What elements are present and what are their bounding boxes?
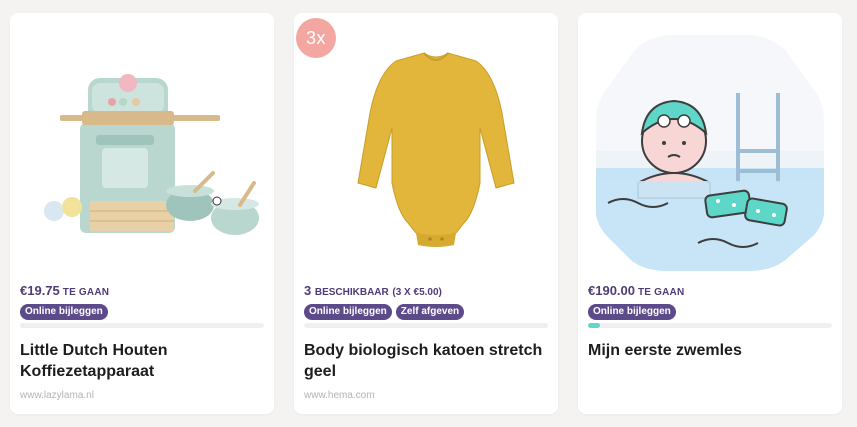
quantity-badge: 3x bbox=[296, 18, 336, 58]
badge-zelf-afgeven: Zelf afgeven bbox=[395, 304, 465, 320]
price-suffix: TE GAAN bbox=[62, 287, 110, 298]
product-title[interactable]: Body biologisch katoen stretch geel bbox=[304, 340, 548, 382]
availability-info: 3 BESCHIKBAAR (3 X €5.00) Online bijlegg… bbox=[304, 283, 548, 320]
price-remaining: €190.00 TE GAAN bbox=[588, 283, 832, 301]
product-image-romper bbox=[304, 23, 548, 273]
price-value: €190.00 bbox=[588, 283, 635, 298]
product-source[interactable]: www.hema.com bbox=[304, 390, 375, 401]
availability-line: 3 BESCHIKBAAR (3 X €5.00) bbox=[304, 283, 548, 301]
available-label: BESCHIKBAAR bbox=[314, 287, 389, 298]
product-title[interactable]: Mijn eerste zwemles bbox=[588, 340, 832, 361]
progress-bar bbox=[20, 323, 264, 328]
progress-fill bbox=[588, 323, 601, 328]
product-image-zwemles bbox=[588, 23, 832, 273]
available-detail: (3 X €5.00) bbox=[392, 287, 442, 298]
badge-list: Online bijleggen bbox=[20, 304, 264, 320]
price-suffix: TE GAAN bbox=[638, 287, 685, 298]
progress-bar bbox=[304, 323, 548, 328]
product-card-zwemles[interactable]: €190.00 TE GAAN Online bijleggen Mijn eer… bbox=[578, 13, 842, 414]
badge-list: Online bijleggen Zelf afgeven bbox=[304, 304, 548, 320]
available-count: 3 bbox=[304, 283, 312, 298]
product-card-romper[interactable]: 3x 3 BESCHIKBAAR (3 X €5.00) Online bijl… bbox=[294, 13, 558, 414]
progress-bar bbox=[588, 323, 832, 328]
price-remaining: €19.75 TE GAAN bbox=[20, 283, 264, 301]
price-info: €190.00 TE GAAN Online bijleggen bbox=[588, 283, 832, 320]
badge-list: Online bijleggen bbox=[588, 304, 832, 320]
price-value: €19.75 bbox=[20, 283, 60, 298]
product-title[interactable]: Little Dutch Houten Koffiezetapparaat bbox=[20, 340, 264, 382]
badge-online-bijleggen: Online bijleggen bbox=[20, 304, 108, 320]
product-card-koffiezetapparaat[interactable]: €19.75 TE GAAN Online bijleggen Little Du… bbox=[10, 13, 274, 414]
product-source[interactable]: www.lazylama.nl bbox=[20, 390, 94, 401]
price-info: €19.75 TE GAAN Online bijleggen bbox=[20, 283, 264, 320]
badge-online-bijleggen: Online bijleggen bbox=[304, 304, 392, 320]
badge-online-bijleggen: Online bijleggen bbox=[588, 304, 676, 320]
product-image-koffiezetapparaat bbox=[20, 23, 264, 273]
